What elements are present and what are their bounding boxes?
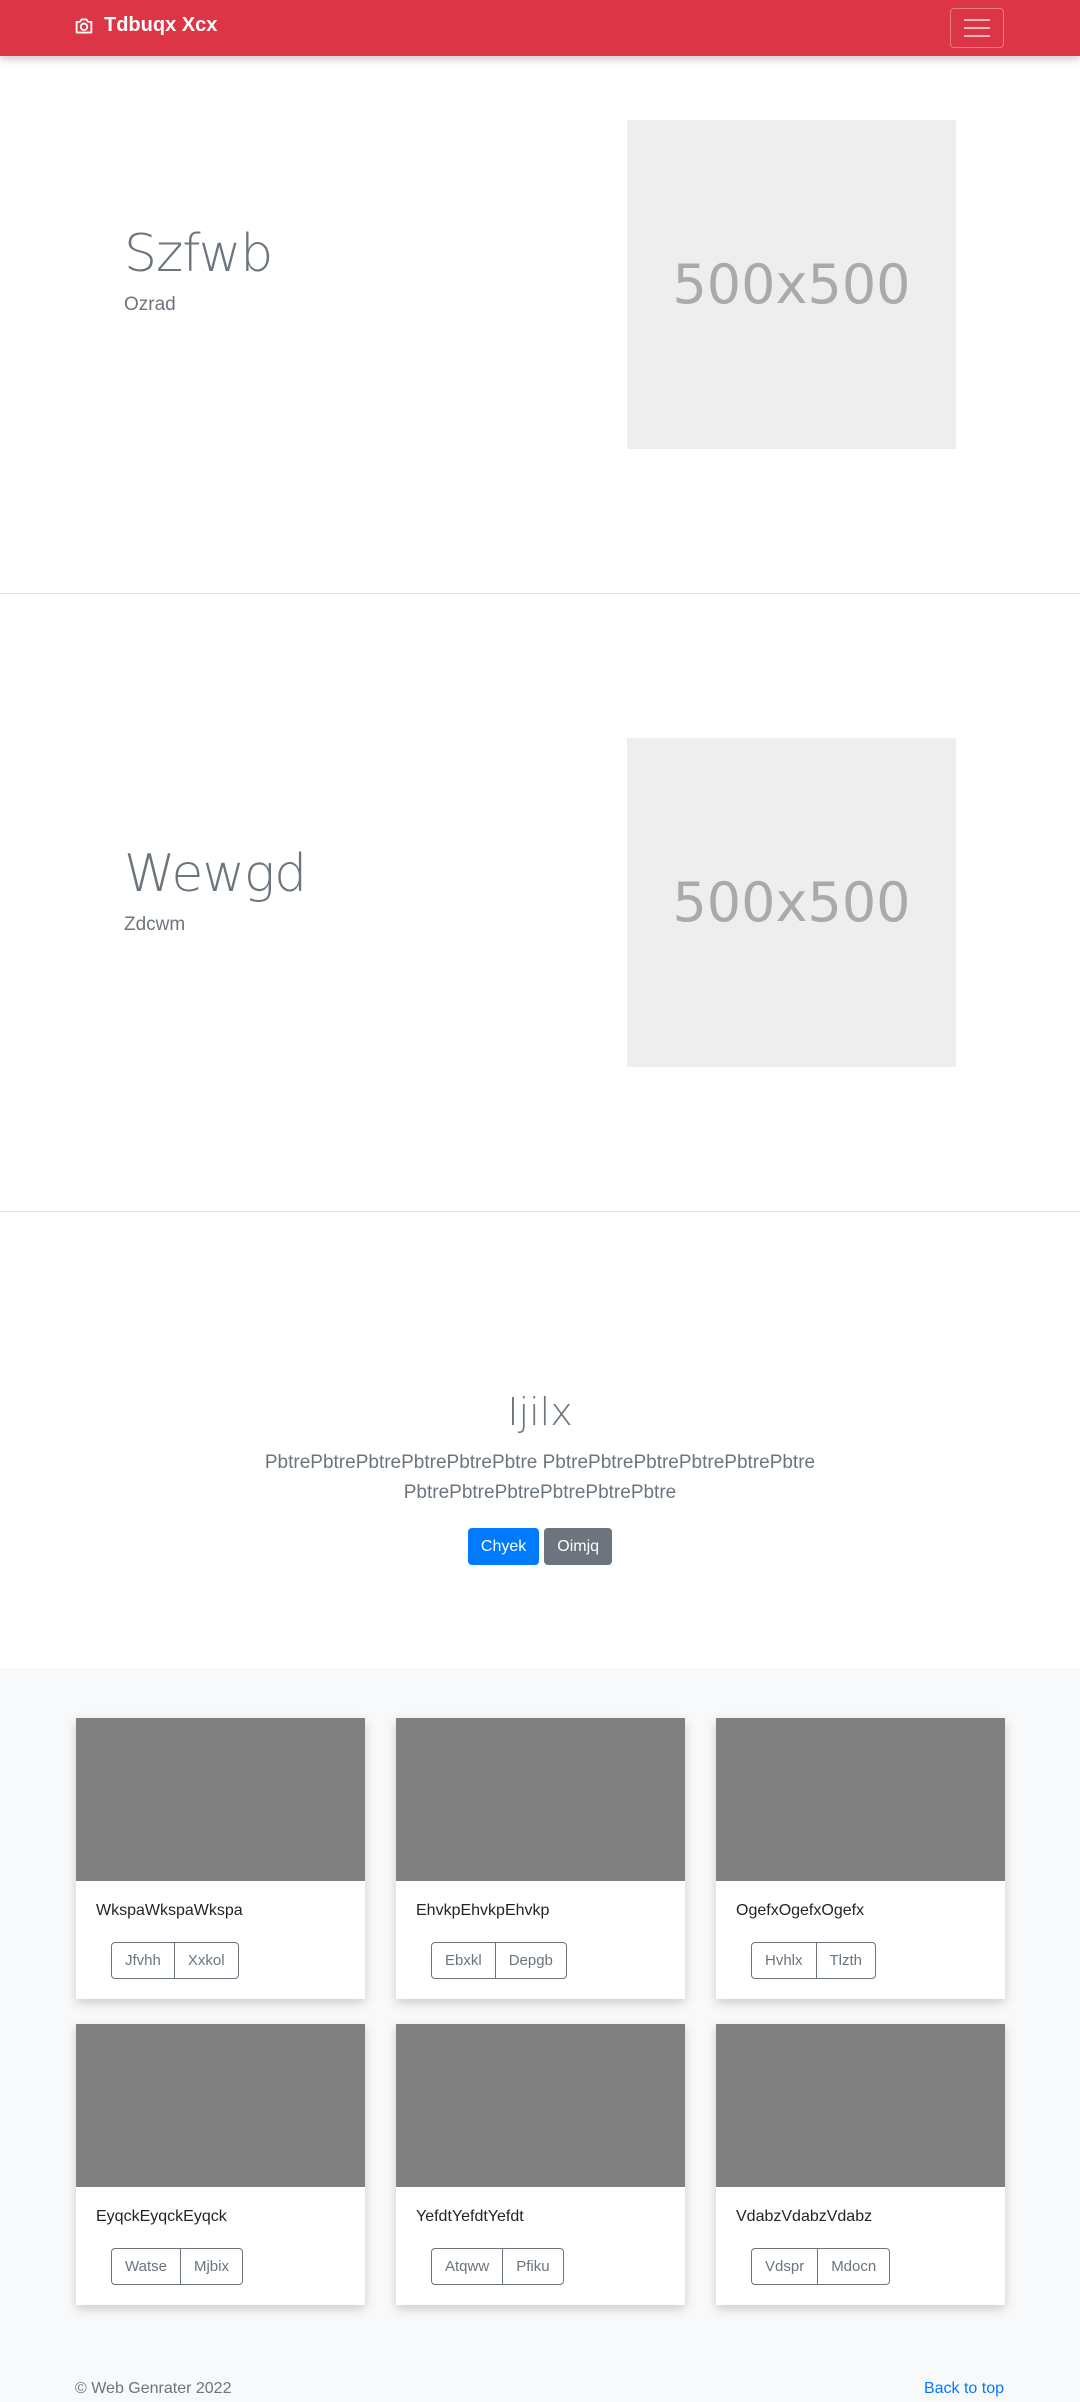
album-card: WkspaWkspaWkspa Jfvhh Xxkol <box>76 1718 365 1999</box>
card-image <box>76 2024 365 2187</box>
feature-image-placeholder: 500x500 <box>627 120 956 449</box>
navbar-toggler-button[interactable] <box>950 8 1004 48</box>
feature-section-1: Szfwb Ozrad 500x500 <box>0 0 1080 594</box>
card-text: WkspaWkspaWkspa <box>96 1902 243 1919</box>
card-image <box>76 1718 365 1881</box>
card-button[interactable]: Vdspr <box>751 2248 819 2285</box>
feature-section-2: Wewgd Zdcwm 500x500 <box>0 594 1080 1212</box>
feature-title: Szfwb <box>124 224 273 284</box>
card-text: EyqckEyqckEyqck <box>96 2208 227 2225</box>
footer-copyright: © Web Genrater 2022 <box>75 2380 232 2397</box>
hamburger-menu-icon-bar <box>964 27 990 29</box>
card-button[interactable]: Mdocn <box>817 2248 891 2285</box>
camera-icon <box>75 18 93 33</box>
feature-subtitle: Ozrad <box>124 294 176 315</box>
album-card: OgefxOgefxOgefx Hvhlx Tlzth <box>716 1718 1005 1999</box>
placeholder-label: 500x500 <box>672 871 911 934</box>
navbar: Tdbuqx Xcx <box>0 0 1080 56</box>
card-button[interactable]: Tlzth <box>815 1942 877 1979</box>
card-button-group: Hvhlx Tlzth <box>751 1942 877 1979</box>
feature-image-placeholder: 500x500 <box>627 738 956 1067</box>
card-text: VdabzVdabzVdabz <box>736 2208 873 2225</box>
card-text: YefdtYefdtYefdt <box>416 2208 524 2225</box>
placeholder-label: 500x500 <box>672 253 911 316</box>
card-button[interactable]: Xxkol <box>173 1942 239 1979</box>
card-image <box>716 1718 1005 1881</box>
navbar-brand[interactable]: Tdbuqx Xcx <box>74 14 217 37</box>
jumbotron-title: Ijilx <box>507 1390 573 1434</box>
card-button[interactable]: Jfvhh <box>111 1942 175 1979</box>
card-button[interactable]: Atqww <box>431 2248 504 2285</box>
card-button-group: Atqww Pfiku <box>431 2248 564 2285</box>
card-button[interactable]: Mjbix <box>179 2248 243 2285</box>
card-button-group: Vdspr Mdocn <box>751 2248 891 2285</box>
album-card: VdabzVdabzVdabz Vdspr Mdocn <box>716 2024 1005 2305</box>
hamburger-menu-icon <box>964 19 990 21</box>
card-text: OgefxOgefxOgefx <box>736 1902 865 1919</box>
card-button-group: Ebxkl Depgb <box>431 1942 567 1979</box>
jumbotron-buttons: Chyek Oimjq <box>0 1528 1080 1565</box>
brand-label: Tdbuqx Xcx <box>104 14 218 36</box>
hamburger-menu-icon-bar <box>964 35 990 37</box>
card-button[interactable]: Watse <box>111 2248 181 2285</box>
back-to-top-link[interactable]: Back to top <box>924 2380 1004 2398</box>
card-button[interactable]: Pfiku <box>502 2248 564 2285</box>
primary-button[interactable]: Chyek <box>467 1528 540 1565</box>
album-card: EyqckEyqckEyqck Watse Mjbix <box>76 2024 365 2305</box>
card-button[interactable]: Ebxkl <box>431 1942 496 1979</box>
feature-subtitle: Zdcwm <box>124 914 186 935</box>
card-text: EhvkpEhvkpEhvkp <box>416 1902 550 1919</box>
jumbotron: Ijilx PbtrePbtrePbtrePbtrePbtrePbtre Pbt… <box>0 1212 1080 1668</box>
album-card: YefdtYefdtYefdt Atqww Pfiku <box>396 2024 685 2305</box>
album-section: WkspaWkspaWkspa Jfvhh Xxkol EhvkpEhvkpEh… <box>0 1668 1080 2402</box>
card-image <box>396 2024 685 2187</box>
card-button[interactable]: Hvhlx <box>751 1942 817 1979</box>
card-button-group: Jfvhh Xxkol <box>111 1942 239 1979</box>
album-card: EhvkpEhvkpEhvkp Ebxkl Depgb <box>396 1718 685 1999</box>
card-button[interactable]: Depgb <box>494 1942 567 1979</box>
secondary-button[interactable]: Oimjq <box>544 1528 613 1565</box>
jumbotron-lead: PbtrePbtrePbtrePbtrePbtrePbtre PbtrePbtr… <box>264 1452 816 1503</box>
card-image <box>716 2024 1005 2187</box>
card-button-group: Watse Mjbix <box>111 2248 243 2285</box>
feature-title: Wewgd <box>124 844 307 904</box>
card-image <box>396 1718 685 1881</box>
